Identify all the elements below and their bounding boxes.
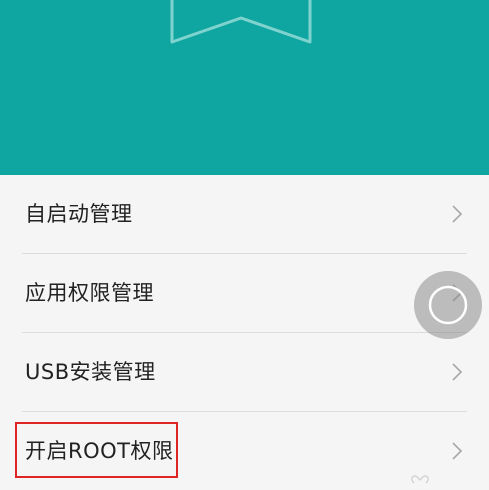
menu-item-autostart[interactable]: 自启动管理 xyxy=(0,175,489,253)
menu-item-label: 自启动管理 xyxy=(25,202,133,226)
chevron-right-icon xyxy=(452,205,463,223)
menu-item-label: USB安装管理 xyxy=(25,360,156,384)
chevron-right-icon xyxy=(452,442,463,460)
bookmark-icon xyxy=(170,0,312,44)
chevron-right-icon xyxy=(452,363,463,381)
assistive-touch-icon xyxy=(428,285,468,325)
menu-item-usb-install[interactable]: USB安装管理 xyxy=(0,333,489,411)
highlight-box xyxy=(15,422,178,478)
menu-item-label: 应用权限管理 xyxy=(25,281,154,305)
floating-assistive-button[interactable] xyxy=(414,271,482,339)
header-banner xyxy=(0,0,489,175)
